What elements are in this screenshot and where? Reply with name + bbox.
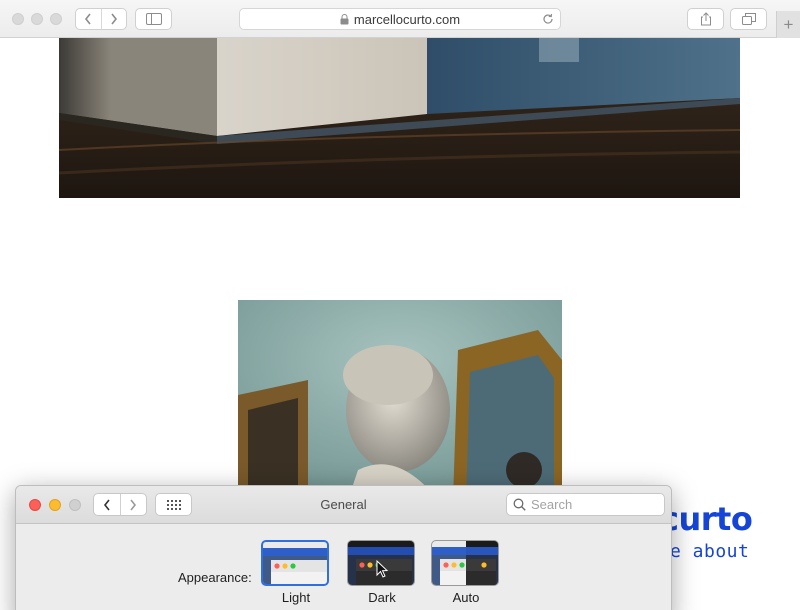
appearance-option-light[interactable]: Light <box>261 540 331 605</box>
lock-icon <box>340 13 349 24</box>
window-close-button[interactable] <box>12 13 24 25</box>
appearance-option-label: Light <box>281 590 311 605</box>
back-button[interactable] <box>76 9 101 29</box>
appearance-option-dark[interactable]: Dark <box>347 540 417 605</box>
prefs-search-input[interactable] <box>531 497 651 512</box>
plus-icon: + <box>783 14 794 34</box>
reload-icon[interactable] <box>542 13 554 25</box>
sidebar-button[interactable] <box>135 8 172 30</box>
share-button[interactable] <box>687 8 724 30</box>
browser-nav-buttons <box>75 8 127 30</box>
prefs-titlebar: General <box>16 486 671 524</box>
show-tabs-button[interactable] <box>730 8 767 30</box>
system-preferences-window: General Appearance: Light <box>15 485 672 610</box>
prefs-search-field[interactable] <box>506 493 665 516</box>
url-text: marcellocurto.com <box>353 11 461 27</box>
new-tab-button[interactable]: + <box>776 11 800 38</box>
appearance-option-auto[interactable]: Auto <box>431 540 501 605</box>
back-chevron-icon <box>85 13 91 25</box>
gallery-photo <box>59 38 740 198</box>
appearance-option-label: Dark <box>368 590 396 605</box>
gallery-photo-image <box>59 38 740 198</box>
forward-chevron-icon <box>111 13 117 25</box>
window-minimize-button[interactable] <box>31 13 43 25</box>
auto-theme-thumbnail <box>431 540 499 586</box>
tabs-icon <box>741 13 756 25</box>
forward-button[interactable] <box>100 9 127 29</box>
light-theme-thumbnail <box>261 540 329 586</box>
window-zoom-button[interactable] <box>50 13 62 25</box>
share-icon <box>700 12 711 26</box>
search-icon <box>513 498 526 511</box>
statue-photo-image <box>238 300 562 500</box>
address-bar[interactable]: marcellocurto.com <box>239 8 561 30</box>
site-tagline-partial[interactable]: e about <box>670 541 749 562</box>
statue-photo <box>238 300 562 500</box>
appearance-option-label: Auto <box>452 590 480 605</box>
appearance-label: Appearance: <box>178 570 252 585</box>
dark-theme-thumbnail <box>347 540 415 586</box>
sidebar-icon <box>145 13 162 25</box>
site-brand-partial[interactable]: curto <box>660 500 753 538</box>
browser-toolbar: marcellocurto.com + <box>0 0 800 38</box>
